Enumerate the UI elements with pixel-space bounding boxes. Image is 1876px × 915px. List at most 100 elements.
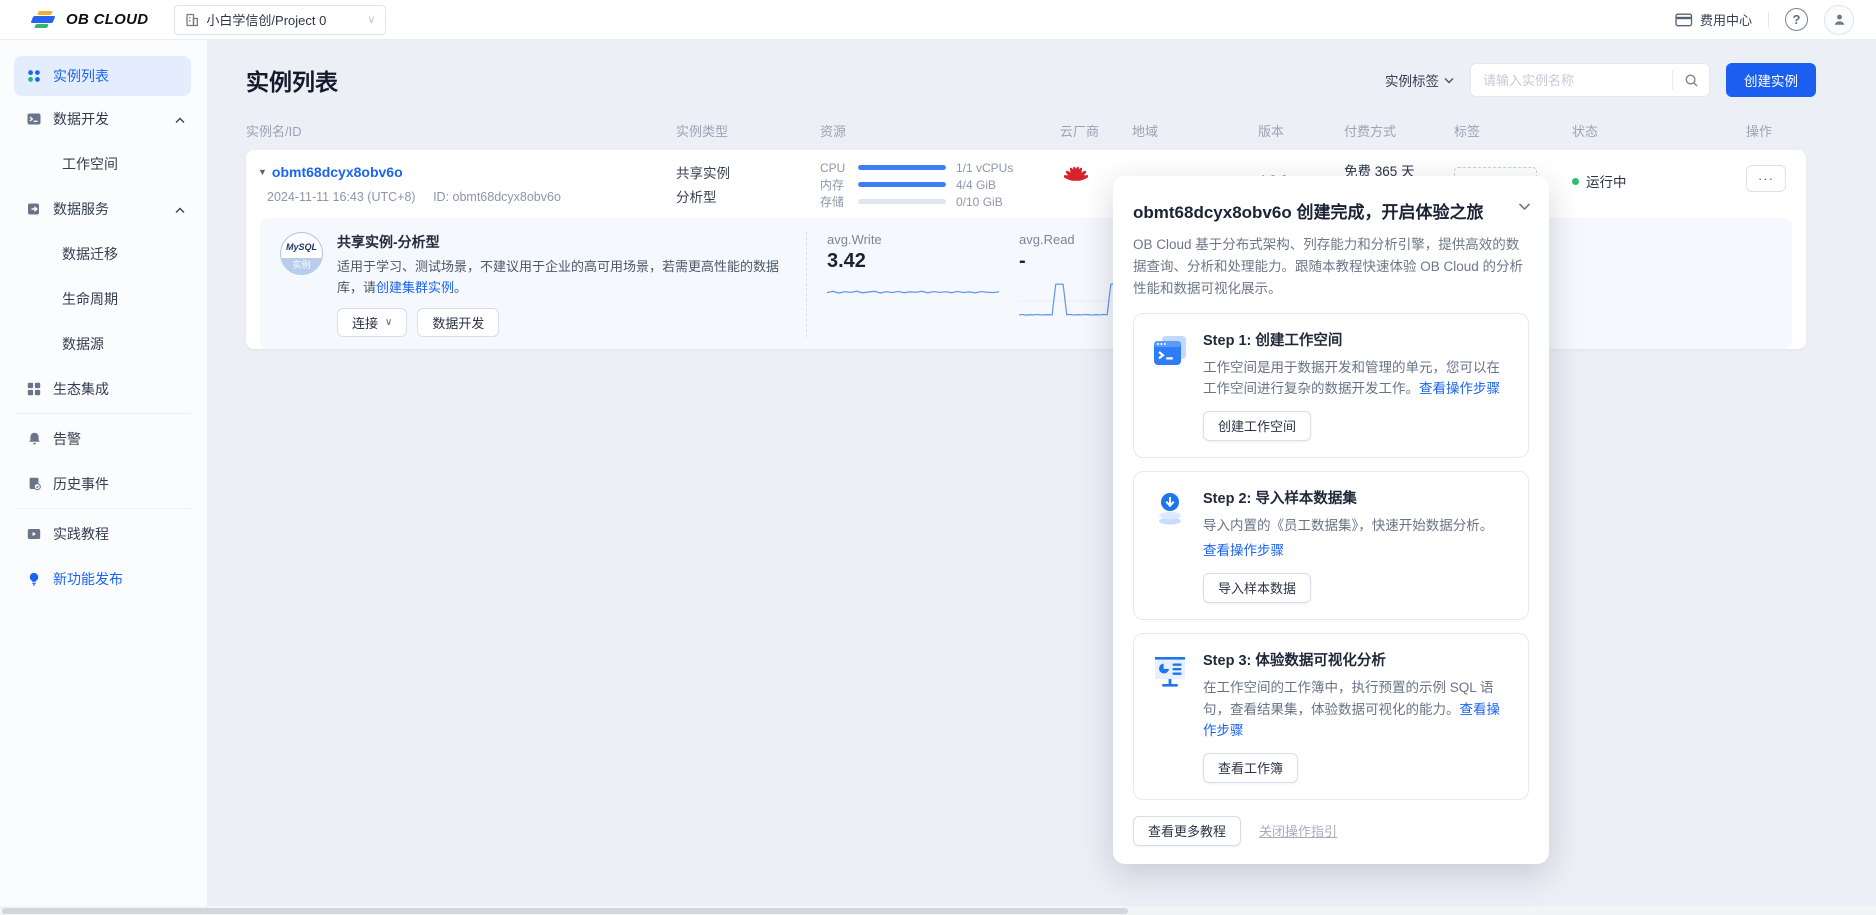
mysql-instance-badge: MySQL 实例	[280, 232, 323, 275]
onboarding-guide-panel: obmt68dcyx8obv6o 创建完成，开启体验之旅 OB Cloud 基于…	[1113, 176, 1549, 864]
instance-name-link[interactable]: obmt68dcyx8obv6o	[272, 164, 403, 180]
history-document-icon	[26, 476, 42, 492]
sidebar-item-history[interactable]: 历史事件	[0, 461, 207, 506]
expanded-title: 共享实例-分析型	[337, 234, 440, 250]
status-running-dot	[1572, 177, 1579, 185]
sidebar-item-lifecycle[interactable]: 生命周期	[0, 276, 207, 321]
view-workbook-button[interactable]: 查看工作簿	[1203, 752, 1299, 783]
search-button[interactable]	[1673, 64, 1709, 96]
storage-usage-bar	[858, 199, 946, 204]
step-2-view-steps-link[interactable]: 查看操作步骤	[1203, 540, 1284, 562]
sidebar-item-new-features[interactable]: 新功能发布	[0, 556, 207, 601]
sidebar-item-data-migration[interactable]: 数据迁移	[0, 231, 207, 276]
guide-title: obmt68dcyx8obv6o 创建完成，开启体验之旅	[1133, 203, 1484, 222]
chevron-down-icon: ∨	[367, 14, 376, 26]
sidebar-item-tutorials[interactable]: 实践教程	[0, 511, 207, 556]
sidebar-item-workspace[interactable]: 工作空间	[0, 141, 207, 186]
avg-write-sparkline	[827, 275, 999, 309]
guide-step-2: Step 2: 导入样本数据集 导入内置的《员工数据集》，快速开始数据分析。 查…	[1133, 470, 1529, 620]
chevron-up-icon[interactable]	[175, 111, 185, 127]
close-guide-link[interactable]: 关闭操作指引	[1259, 821, 1337, 840]
import-sample-data-button[interactable]: 导入样本数据	[1203, 572, 1312, 603]
instance-type-line1: 共享实例	[676, 166, 730, 181]
create-cluster-link[interactable]: 创建集群实例	[376, 280, 454, 295]
sidebar-item-label: 实例列表	[53, 68, 109, 84]
column-header-tag: 标签	[1454, 124, 1481, 139]
collapse-row-arrow[interactable]: ▼	[258, 167, 267, 177]
memory-usage-bar	[858, 182, 946, 187]
avg-write-metric: avg.Write 3.42	[827, 232, 1005, 309]
sidebar-item-label: 生态集成	[53, 380, 109, 397]
project-selector-value: 小白学信创/Project 0	[206, 13, 327, 28]
huawei-logo-icon	[1063, 164, 1089, 193]
dashed-divider	[806, 232, 807, 338]
terminal-icon	[26, 111, 42, 127]
video-tutorial-icon	[26, 526, 42, 542]
column-header-action: 操作	[1746, 124, 1773, 139]
sidebar-item-instances[interactable]: 实例列表	[14, 56, 191, 96]
sidebar-item-data-source[interactable]: 数据源	[0, 321, 207, 366]
instance-expanded-detail: MySQL 实例 共享实例-分析型 适用于学习、测试场景，不建议用于企业的高可用…	[260, 218, 1792, 350]
sidebar-item-label: 新功能发布	[53, 570, 123, 587]
sidebar-item-alerts[interactable]: 告警	[0, 416, 207, 461]
sidebar-item-label: 数据开发	[53, 110, 109, 127]
page-title: 实例列表	[246, 69, 338, 95]
storage-usage-value: 0/10 GiB	[956, 194, 1003, 209]
expanded-description: 适用于学习、测试场景，不建议用于企业的高可用场景，若需更高性能的数据库，请创建集…	[337, 259, 780, 295]
step-1-desc: 工作空间是用于数据开发和管理的单元，您可以在工作空间进行复杂的数据开发工作。查看…	[1203, 359, 1500, 397]
horizontal-scrollbar-thumb[interactable]	[2, 907, 1128, 914]
sidebar-divider	[16, 508, 191, 509]
instances-cluster-icon	[26, 68, 42, 84]
user-icon	[1834, 14, 1844, 25]
chevron-up-icon[interactable]	[175, 201, 185, 217]
project-selector[interactable]: 小白学信创/Project 0 ∨	[174, 4, 387, 35]
help-button[interactable]: ?	[1785, 8, 1808, 31]
step-3-desc: 在工作空间的工作簿中，执行预置的示例 SQL 语句，查看结果集，体验数据可视化的…	[1203, 679, 1500, 739]
instance-meta: 2024-11-11 16:43 (UTC+8) ID: obmt68dcyx8…	[267, 190, 561, 204]
status-cell: 运行中	[1572, 171, 1627, 191]
billing-center-button[interactable]: 费用中心	[1675, 10, 1752, 29]
column-header-version: 版本	[1258, 124, 1285, 139]
sidebar-item-data-service[interactable]: 数据服务	[0, 186, 207, 231]
row-more-actions-button[interactable]: ···	[1746, 165, 1786, 192]
column-header-vendor: 云厂商	[1060, 124, 1100, 139]
billing-card-icon	[1675, 13, 1693, 26]
collapse-panel-chevron-icon[interactable]	[1518, 198, 1531, 216]
instance-search	[1470, 63, 1710, 97]
data-dev-button[interactable]: 数据开发	[417, 308, 500, 338]
resource-storage: 存储 0/10 GiB	[820, 194, 1003, 210]
bell-icon	[26, 431, 42, 447]
sidebar-item-label: 实践教程	[53, 525, 109, 542]
connect-button[interactable]: 连接 ∨	[337, 308, 408, 338]
user-avatar[interactable]	[1824, 4, 1854, 35]
ob-cloud-logo-icon	[30, 10, 57, 29]
visualization-board-icon	[1150, 649, 1190, 783]
tag-filter-label: 实例标签	[1385, 74, 1439, 89]
resource-cell: CPU 1/1 vCPUs 内存 4/4 GiB 存储 0/10 GiB	[820, 159, 1013, 210]
instance-tag-filter[interactable]: 实例标签	[1385, 70, 1454, 90]
search-icon	[1685, 74, 1698, 87]
column-header-status: 状态	[1572, 124, 1599, 139]
column-header-resource: 资源	[820, 124, 847, 139]
create-workspace-button[interactable]: 创建工作空间	[1203, 410, 1312, 441]
horizontal-scrollbar	[0, 906, 1876, 915]
search-input[interactable]	[1471, 72, 1672, 88]
guide-intro: OB Cloud 基于分布式架构、列存能力和分析引擎，提供高效的数据查询、分析和…	[1133, 237, 1524, 296]
integration-grid-icon	[26, 381, 42, 397]
instance-type-line2: 分析型	[676, 190, 717, 205]
resource-cpu: CPU 1/1 vCPUs	[820, 160, 1014, 175]
sidebar-divider	[16, 413, 191, 414]
data-service-icon	[26, 201, 42, 217]
status-label: 运行中	[1586, 175, 1627, 190]
table-header: 实例名/ID 实例类型 资源 云厂商 地域 版本 付费方式 标签 状态 操作	[246, 112, 1806, 146]
sidebar-item-eco-integration[interactable]: 生态集成	[0, 366, 207, 411]
more-tutorials-button[interactable]: 查看更多教程	[1133, 815, 1242, 846]
top-bar: OB CLOUD 小白学信创/Project 0 ∨ 费用中心 ?	[0, 0, 1876, 40]
sidebar-item-data-dev[interactable]: 数据开发	[0, 96, 207, 141]
sidebar-item-label: 数据迁移	[62, 245, 118, 262]
guide-step-3: Step 3: 体验数据可视化分析 在工作空间的工作簿中，执行预置的示例 SQL…	[1133, 632, 1529, 800]
create-instance-button[interactable]: 创建实例	[1726, 63, 1816, 97]
column-header-type: 实例类型	[676, 124, 729, 139]
step-1-title: Step 1: 创建工作空间	[1203, 332, 1343, 349]
step-1-view-steps-link[interactable]: 查看操作步骤	[1419, 381, 1500, 396]
